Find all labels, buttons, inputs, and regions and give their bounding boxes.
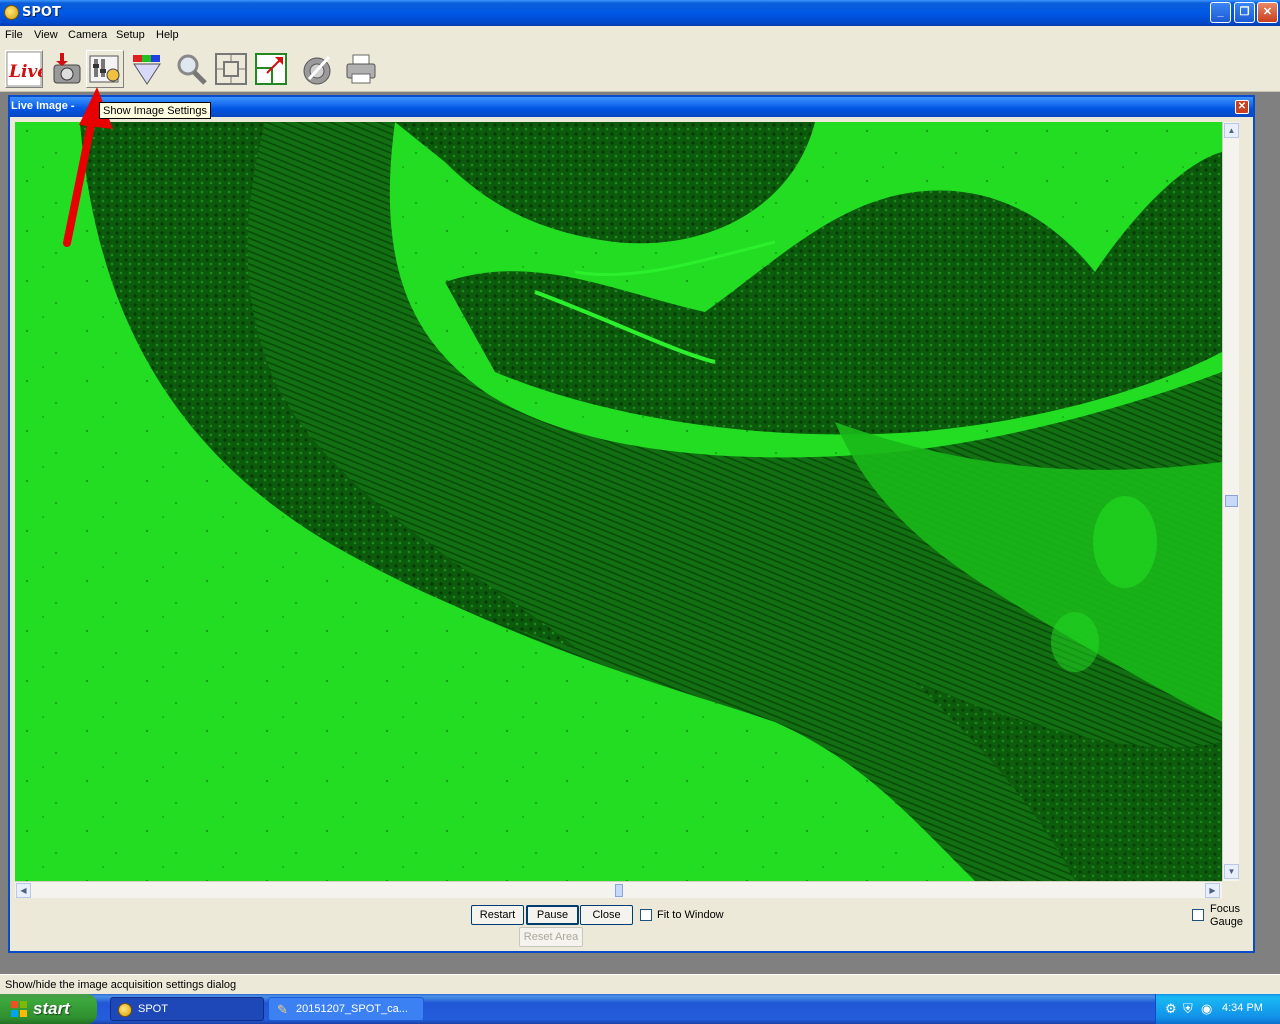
- focus-label: Focus: [1210, 903, 1240, 915]
- fit-icon: [215, 53, 247, 85]
- taskbar-item-capture[interactable]: ✎ 20151207_SPOT_ca...: [268, 997, 424, 1021]
- menu-file[interactable]: File: [5, 29, 23, 41]
- live-image-close-icon[interactable]: ✕: [1235, 100, 1249, 114]
- scroll-up-icon[interactable]: ▲: [1224, 123, 1239, 138]
- title-bar: SPOT _ ❐ ✕: [0, 0, 1280, 26]
- color-button[interactable]: [128, 50, 166, 88]
- spot-task-icon: [118, 1003, 132, 1017]
- reset-area-button[interactable]: Reset Area: [519, 927, 583, 947]
- close-button[interactable]: ✕: [1257, 2, 1278, 23]
- fit-button[interactable]: [212, 50, 250, 88]
- capture-button[interactable]: [47, 50, 85, 88]
- window-title: SPOT: [22, 5, 61, 20]
- fit-to-window-checkbox[interactable]: [640, 909, 652, 921]
- taskbar-item-spot[interactable]: SPOT: [110, 997, 264, 1021]
- calibrate-button[interactable]: [298, 50, 336, 88]
- status-text: Show/hide the image acquisition settings…: [5, 979, 237, 991]
- zoom-icon: [177, 54, 207, 85]
- toolbar: Live: [0, 46, 1280, 92]
- live-image-view[interactable]: [15, 122, 1222, 881]
- security-icon[interactable]: ⛨: [1183, 1001, 1193, 1017]
- print-button[interactable]: [342, 50, 380, 88]
- menu-camera[interactable]: Camera: [68, 29, 107, 41]
- restart-button[interactable]: Restart: [471, 905, 524, 925]
- fit-to-window-label: Fit to Window: [657, 909, 724, 921]
- scroll-left-icon[interactable]: ◀: [16, 883, 31, 898]
- resize-button[interactable]: [252, 50, 290, 88]
- vertical-scrollbar[interactable]: ▲ ▼: [1222, 122, 1239, 881]
- status-bar: Show/hide the image acquisition settings…: [0, 974, 1280, 994]
- live-button[interactable]: Live: [5, 50, 43, 88]
- color-icon: [133, 55, 161, 85]
- volume-icon[interactable]: ◉: [1201, 1001, 1212, 1017]
- zoom-button[interactable]: [172, 50, 210, 88]
- scroll-right-icon[interactable]: ▶: [1205, 883, 1220, 898]
- taskbar-item-label: SPOT: [138, 1003, 168, 1015]
- menu-help[interactable]: Help: [156, 29, 179, 41]
- windows-logo-icon: [11, 1001, 27, 1017]
- menu-setup[interactable]: Setup: [116, 29, 145, 41]
- pause-button[interactable]: Pause: [526, 905, 579, 925]
- image-settings-button[interactable]: [86, 50, 124, 88]
- paint-task-icon: ✎: [277, 1002, 288, 1017]
- taskbar: start SPOT ✎ 20151207_SPOT_ca... ⚙ ⛨ ◉ 4…: [0, 994, 1280, 1024]
- calibrate-icon: [303, 55, 331, 85]
- resize-icon: [255, 53, 287, 85]
- svg-text:Live: Live: [8, 62, 42, 82]
- microscope-image: [15, 122, 1222, 881]
- tooltip: Show Image Settings: [99, 102, 211, 119]
- menu-view[interactable]: View: [34, 29, 58, 41]
- start-label: start: [33, 999, 70, 1018]
- gauge-label: Gauge: [1210, 916, 1244, 928]
- clock[interactable]: 4:34 PM: [1222, 1002, 1263, 1014]
- close-live-button[interactable]: Close: [580, 905, 633, 925]
- camera-icon: [53, 53, 81, 84]
- vertical-scroll-thumb[interactable]: [1225, 495, 1238, 507]
- scroll-down-icon[interactable]: ▼: [1224, 864, 1239, 879]
- horizontal-scrollbar[interactable]: ◀ ▶: [15, 881, 1222, 898]
- spot-app-icon: [4, 5, 19, 20]
- restore-button[interactable]: ❐: [1234, 2, 1255, 23]
- print-icon: [346, 54, 376, 84]
- horizontal-scroll-thumb[interactable]: [615, 884, 623, 897]
- minimize-button[interactable]: _: [1210, 2, 1231, 23]
- menu-bar: File View Camera Setup Help: [0, 26, 1280, 46]
- network-icon[interactable]: ⚙: [1165, 1001, 1177, 1017]
- image-settings-icon: [89, 55, 120, 83]
- start-button[interactable]: start: [0, 994, 97, 1024]
- focus-gauge-checkbox[interactable]: [1192, 909, 1204, 921]
- taskbar-item-label: 20151207_SPOT_ca...: [296, 1003, 408, 1015]
- live-icon: Live: [6, 51, 42, 87]
